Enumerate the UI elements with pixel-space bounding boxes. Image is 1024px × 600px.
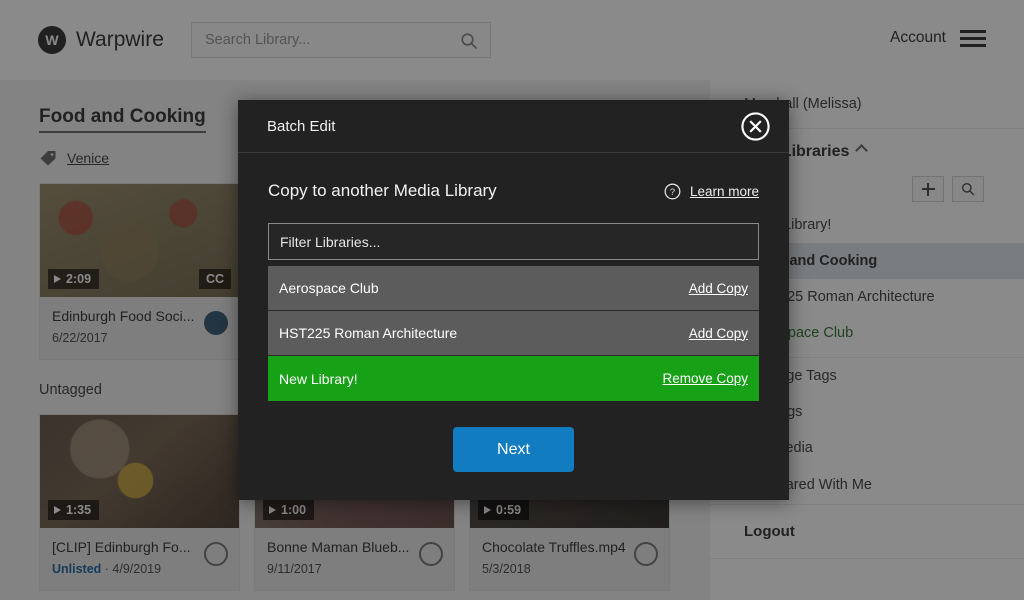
filter-libraries-input[interactable]: Filter Libraries... — [268, 223, 759, 260]
modal-subtitle: Copy to another Media Library — [268, 181, 497, 200]
next-button[interactable]: Next — [453, 427, 574, 472]
library-row-selected[interactable]: New Library! Remove Copy — [268, 356, 759, 401]
learn-more-area[interactable]: ? Learn more — [664, 183, 759, 200]
library-row-name: New Library! — [279, 370, 358, 387]
filter-placeholder: Filter Libraries... — [280, 233, 381, 250]
modal-subtitle-row: Copy to another Media Library ? Learn mo… — [268, 181, 759, 201]
library-row[interactable]: HST225 Roman Architecture Add Copy — [268, 311, 759, 356]
add-copy-link[interactable]: Add Copy — [689, 326, 748, 341]
modal-title: Batch Edit — [267, 117, 336, 135]
library-row-name: Aerospace Club — [279, 280, 379, 296]
add-copy-link[interactable]: Add Copy — [689, 281, 748, 296]
help-circle-icon[interactable]: ? — [664, 183, 681, 200]
library-list: Aerospace Club Add Copy HST225 Roman Arc… — [268, 266, 759, 401]
app-root: W Warpwire Search Library... Account Foo… — [0, 0, 1024, 600]
library-row[interactable]: Aerospace Club Add Copy — [268, 266, 759, 311]
remove-copy-link[interactable]: Remove Copy — [662, 371, 748, 386]
close-icon[interactable] — [740, 111, 771, 142]
batch-edit-modal: Batch Edit Copy to another Media Library… — [238, 100, 789, 500]
library-row-name: HST225 Roman Architecture — [279, 325, 458, 341]
learn-more-link[interactable]: Learn more — [690, 184, 759, 199]
svg-text:?: ? — [670, 187, 675, 197]
modal-header: Batch Edit — [238, 100, 789, 153]
modal-footer: Next — [268, 427, 759, 472]
modal-body: Copy to another Media Library ? Learn mo… — [238, 153, 789, 472]
